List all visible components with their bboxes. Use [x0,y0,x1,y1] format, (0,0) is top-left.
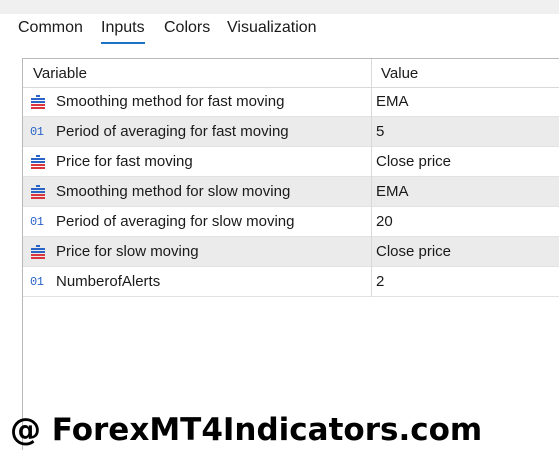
variable-value[interactable]: Close price [376,237,451,266]
table-row[interactable]: 01 Period of averaging for fast moving 5 [23,117,559,147]
variable-value[interactable]: 2 [376,267,384,296]
tab-colors[interactable]: Colors [164,18,210,42]
variable-value[interactable]: 5 [376,117,384,146]
tab-bar: Common Inputs Colors Visualization [0,14,559,48]
integer-01-icon: 01 [30,125,44,139]
variable-name: Smoothing method for fast moving [56,93,285,110]
tab-inputs[interactable]: Inputs [101,18,145,44]
window-top-strip [0,0,559,14]
tab-visualization[interactable]: Visualization [227,18,317,42]
integer-01-icon: 01 [30,275,44,289]
variable-name: Period of averaging for fast moving [56,123,289,140]
table-row[interactable]: 01 NumberofAlerts 2 [23,267,559,297]
variable-value[interactable]: EMA [376,177,409,206]
enum-list-icon [30,155,46,169]
watermark-text: @ ForexMT4Indicators.com [10,412,483,448]
enum-list-icon [30,245,46,259]
enum-list-icon [30,95,46,109]
variable-value[interactable]: Close price [376,147,451,176]
table-row[interactable]: Price for slow moving Close price [23,237,559,267]
integer-01-icon: 01 [30,215,44,229]
tab-common[interactable]: Common [18,18,83,42]
variable-name: NumberofAlerts [56,273,161,290]
enum-list-icon [30,185,46,199]
table-row[interactable]: Smoothing method for slow moving EMA [23,177,559,207]
variable-name: Price for fast moving [56,153,193,170]
table-row[interactable]: Smoothing method for fast moving EMA [23,87,559,117]
table-row[interactable]: Price for fast moving Close price [23,147,559,177]
variable-value[interactable]: 20 [376,207,393,236]
table-header: Variable Value [23,59,559,88]
variable-name: Price for slow moving [56,243,199,260]
column-header-value[interactable]: Value [381,59,418,87]
variable-value[interactable]: EMA [376,87,409,116]
inputs-table: Variable Value Smoothing method for fast… [22,58,559,450]
table-row[interactable]: 01 Period of averaging for slow moving 20 [23,207,559,237]
variable-name: Smoothing method for slow moving [56,183,291,200]
variable-name: Period of averaging for slow moving [56,213,295,230]
column-header-variable[interactable]: Variable [33,59,87,87]
column-divider[interactable] [371,59,372,297]
